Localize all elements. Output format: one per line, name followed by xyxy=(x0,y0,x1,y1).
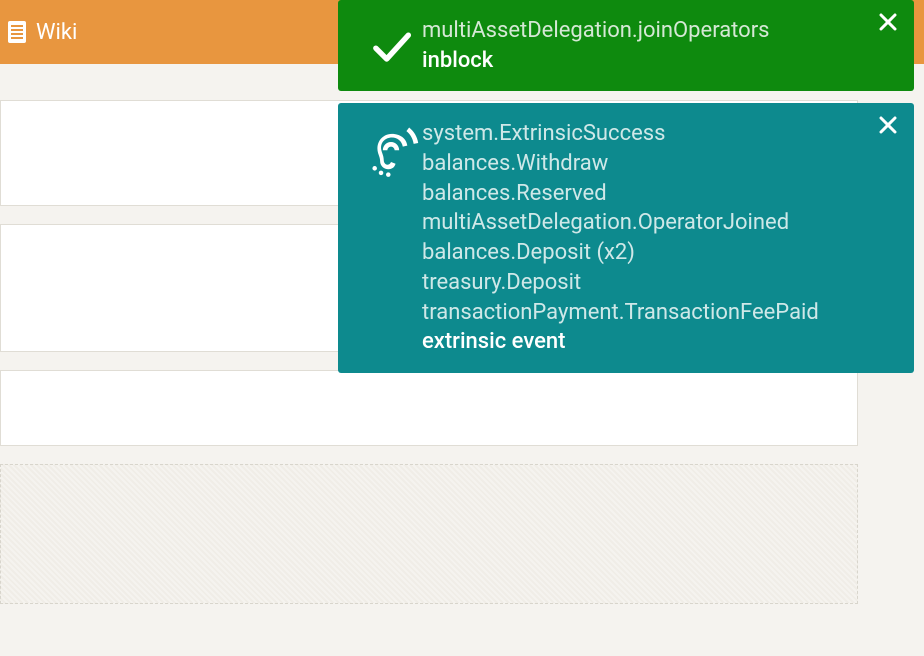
event-line: balances.Withdraw xyxy=(422,149,819,179)
ear-icon xyxy=(360,119,422,181)
wiki-nav-link[interactable]: Wiki xyxy=(36,20,77,45)
notification-success-status: inblock xyxy=(422,46,770,76)
event-line: balances.Reserved xyxy=(422,179,819,209)
wiki-icon xyxy=(8,21,26,43)
event-line: transactionPayment.TransactionFeePaid xyxy=(422,298,819,328)
notifications-container: multiAssetDelegation.joinOperators inblo… xyxy=(338,0,914,385)
checkmark-icon xyxy=(360,16,422,72)
event-line: system.ExtrinsicSuccess xyxy=(422,119,819,149)
event-line: treasury.Deposit xyxy=(422,268,819,298)
notification-events-body: system.ExtrinsicSuccess balances.Withdra… xyxy=(422,119,819,357)
notification-events: system.ExtrinsicSuccess balances.Withdra… xyxy=(338,103,914,373)
close-icon[interactable] xyxy=(876,113,900,137)
event-line: multiAssetDelegation.OperatorJoined xyxy=(422,208,819,238)
notification-events-footer: extrinsic event xyxy=(422,327,819,357)
form-panel-4 xyxy=(0,464,858,604)
notification-success-body: multiAssetDelegation.joinOperators inblo… xyxy=(422,16,770,75)
close-icon[interactable] xyxy=(876,10,900,34)
notification-success-title: multiAssetDelegation.joinOperators xyxy=(422,16,770,46)
event-line: balances.Deposit (x2) xyxy=(422,238,819,268)
notification-success: multiAssetDelegation.joinOperators inblo… xyxy=(338,0,914,91)
